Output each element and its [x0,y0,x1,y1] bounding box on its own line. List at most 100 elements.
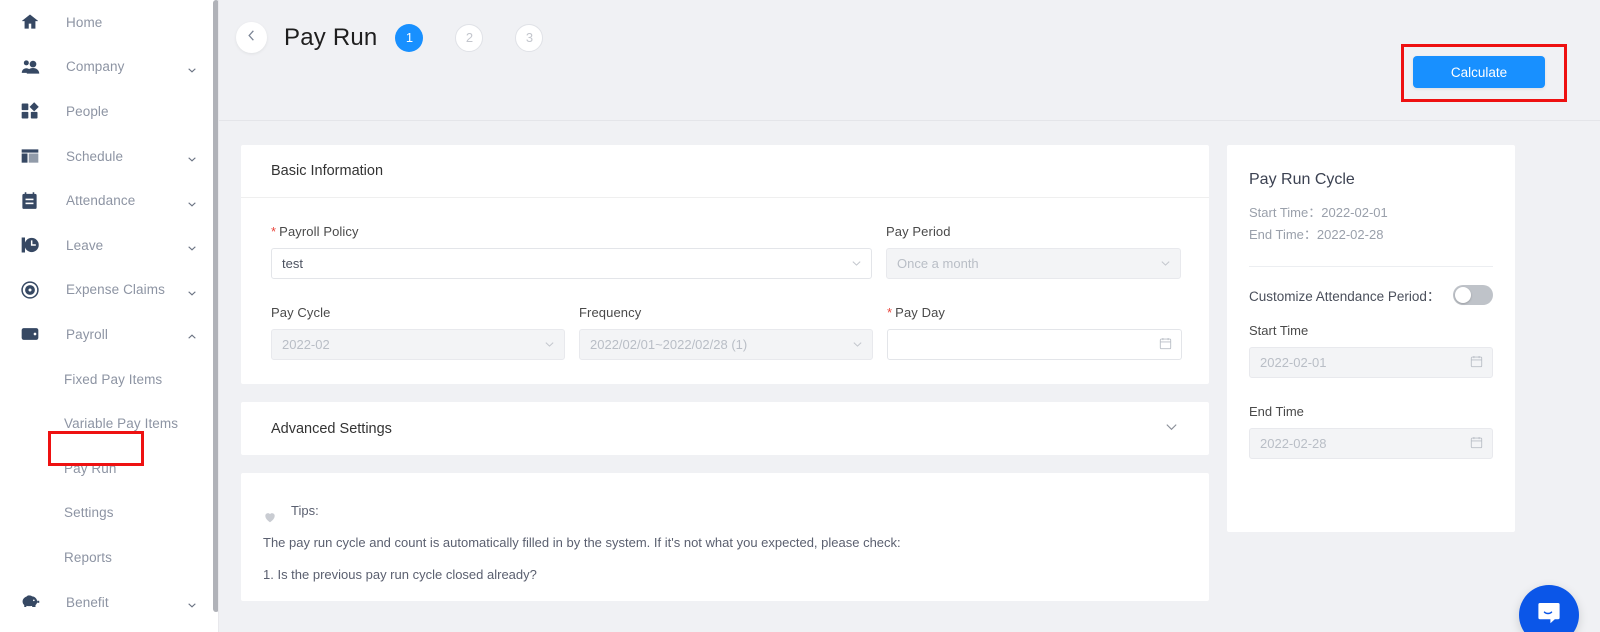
sidebar-item-settings[interactable]: Settings [0,491,219,536]
sidebar-item-home[interactable]: Home [0,0,219,45]
payroll-policy-field: * Payroll Policy test [271,224,872,279]
sidebar-item-leave[interactable]: Leave [0,223,219,268]
cycle-end-time-input-value: 2022-02-28 [1260,436,1327,451]
cycle-start-time-input[interactable]: 2022-02-01 [1249,347,1493,378]
page-title: Pay Run [284,23,378,51]
pay-cycle-select[interactable]: 2022-02 [271,329,565,360]
cycle-end-time-label: End Time： [1249,227,1317,242]
chevron-down-icon[interactable] [1164,419,1179,438]
cycle-end-time-row: End Time：2022-02-28 [1249,224,1493,246]
people-icon [20,100,46,122]
payroll-policy-value: test [282,256,303,271]
topbar: Pay Run 1 2 3 Calculate [219,0,1600,121]
pay-run-cycle-title: Pay Run Cycle [1249,171,1355,188]
content-area: Basic Information *Payroll Policy test [219,121,1600,632]
chat-bubble-icon [1535,599,1563,632]
chevron-down-icon [187,196,197,207]
chevron-down-icon [187,240,197,251]
divider [1249,266,1493,267]
form-row-2: Pay Cycle 2022-02 Frequency 2022/02/01~2… [271,305,1182,360]
step-1[interactable]: 1 [395,23,424,52]
payroll-policy-select[interactable]: test [271,248,872,279]
pay-cycle-field: Pay Cycle 2022-02 [271,305,565,360]
sidebar-item-label: Variable Pay Items [64,416,179,432]
step-3[interactable]: 3 [515,23,544,52]
step-2[interactable]: 2 [455,23,484,52]
leave-icon [20,234,46,256]
customize-attendance-period-label: Customize Attendance Period： [1249,289,1441,304]
chevron-down-icon [187,285,197,296]
customize-attendance-period-toggle[interactable] [1453,285,1493,305]
form-row-1: * Payroll Policy test Pay Period Once a … [271,224,1181,279]
sidebar-item-label: Attendance [66,193,136,209]
sidebar-item-label: Home [66,14,103,30]
schedule-icon [20,145,46,167]
heart-icon [263,504,277,523]
pay-period-value: Once a month [897,256,979,271]
pay-cycle-label: Pay Cycle [271,305,331,320]
cycle-end-time-value: 2022-02-28 [1316,227,1384,242]
left-column: Basic Information *Payroll Policy test [241,145,1209,632]
pay-day-date-input[interactable] [887,329,1182,360]
sidebar-item-company[interactable]: Company [0,45,219,90]
topbar-row: Pay Run 1 2 3 [219,0,1600,53]
cycle-start-time-row: Start Time：2022-02-01 [1249,202,1493,224]
sidebar-item-label: Payroll [66,326,108,342]
sidebar-item-schedule[interactable]: Schedule [0,134,219,179]
label-text: Pay Day [895,305,946,320]
toggle-knob [1455,287,1471,303]
sidebar-item-expense-claims[interactable]: Expense Claims [0,268,219,313]
sidebar-item-pay-run[interactable]: Pay Run [0,446,219,491]
payroll-icon [20,323,46,345]
advanced-settings-title: Advanced Settings [271,420,392,437]
tips-heading: Tips: [291,503,319,518]
chevron-down-icon [1160,256,1171,271]
frequency-select[interactable]: 2022/02/01~2022/02/28 (1) [579,329,873,360]
main-region: Pay Run 1 2 3 Calculate Basic Informatio… [219,0,1600,632]
sidebar-item-people[interactable]: People [0,89,219,134]
sidebar-nav-list: Home Company People Schedule Attendance … [0,0,219,632]
basic-information-form: * Payroll Policy test Pay Period Once a … [241,198,1209,384]
pay-period-field: Pay Period Once a month [886,224,1181,279]
sidebar-item-variable-pay-items[interactable]: Variable Pay Items [0,401,219,446]
cycle-end-time-field: End Time 2022-02-28 [1249,404,1493,459]
chevron-down-icon [544,337,555,352]
cycle-end-time-input[interactable]: 2022-02-28 [1249,428,1493,459]
required-asterisk: * [887,305,893,320]
pay-run-cycle-card: Pay Run Cycle Start Time：2022-02-01 End … [1227,145,1515,532]
sidebar-item-benefit[interactable]: Benefit [0,580,219,625]
chevron-down-icon [187,597,197,608]
sidebar-item-label: Pay Run [64,460,117,476]
tips-line-1: The pay run cycle and count is automatic… [263,535,901,550]
advanced-settings-card[interactable]: Advanced Settings [241,402,1209,455]
pay-run-cycle-meta: Start Time：2022-02-01 End Time：2022-02-2… [1249,202,1493,246]
sidebar-item-label: Schedule [66,148,124,164]
label-text: Payroll Policy [279,224,359,239]
sidebar-item-label: Leave [66,237,104,253]
sidebar-item-attendance[interactable]: Attendance [0,178,219,223]
company-icon [20,56,46,78]
calculate-button[interactable]: Calculate [1413,56,1545,88]
payroll-policy-label: * Payroll Policy [271,224,872,239]
sidebar-item-fixed-pay-items[interactable]: Fixed Pay Items [0,357,219,402]
sidebar-item-label: Expense Claims [66,282,165,298]
back-button[interactable] [236,22,267,53]
chevron-left-icon [245,29,258,47]
frequency-label: Frequency [579,305,642,320]
cycle-start-time-input-value: 2022-02-01 [1260,355,1327,370]
app-root: Home Company People Schedule Attendance … [0,0,1600,632]
basic-information-title: Basic Information [241,145,1209,198]
sidebar-item-partial[interactable] [0,624,219,632]
sidebar-item-label: People [66,103,109,119]
pay-day-label: * Pay Day [887,305,1182,320]
cycle-end-time-field-label: End Time [1249,404,1304,419]
sidebar-item-reports[interactable]: Reports [0,535,219,580]
chevron-up-icon [187,329,197,340]
tips-card: Tips: The pay run cycle and count is aut… [241,473,1209,601]
pay-period-select[interactable]: Once a month [886,248,1181,279]
sidebar-item-payroll[interactable]: Payroll [0,312,219,357]
pay-cycle-value: 2022-02 [282,337,330,352]
customize-attendance-period-row: Customize Attendance Period： [1249,285,1493,305]
chevron-down-icon [187,62,197,73]
calendar-icon [1159,337,1172,353]
